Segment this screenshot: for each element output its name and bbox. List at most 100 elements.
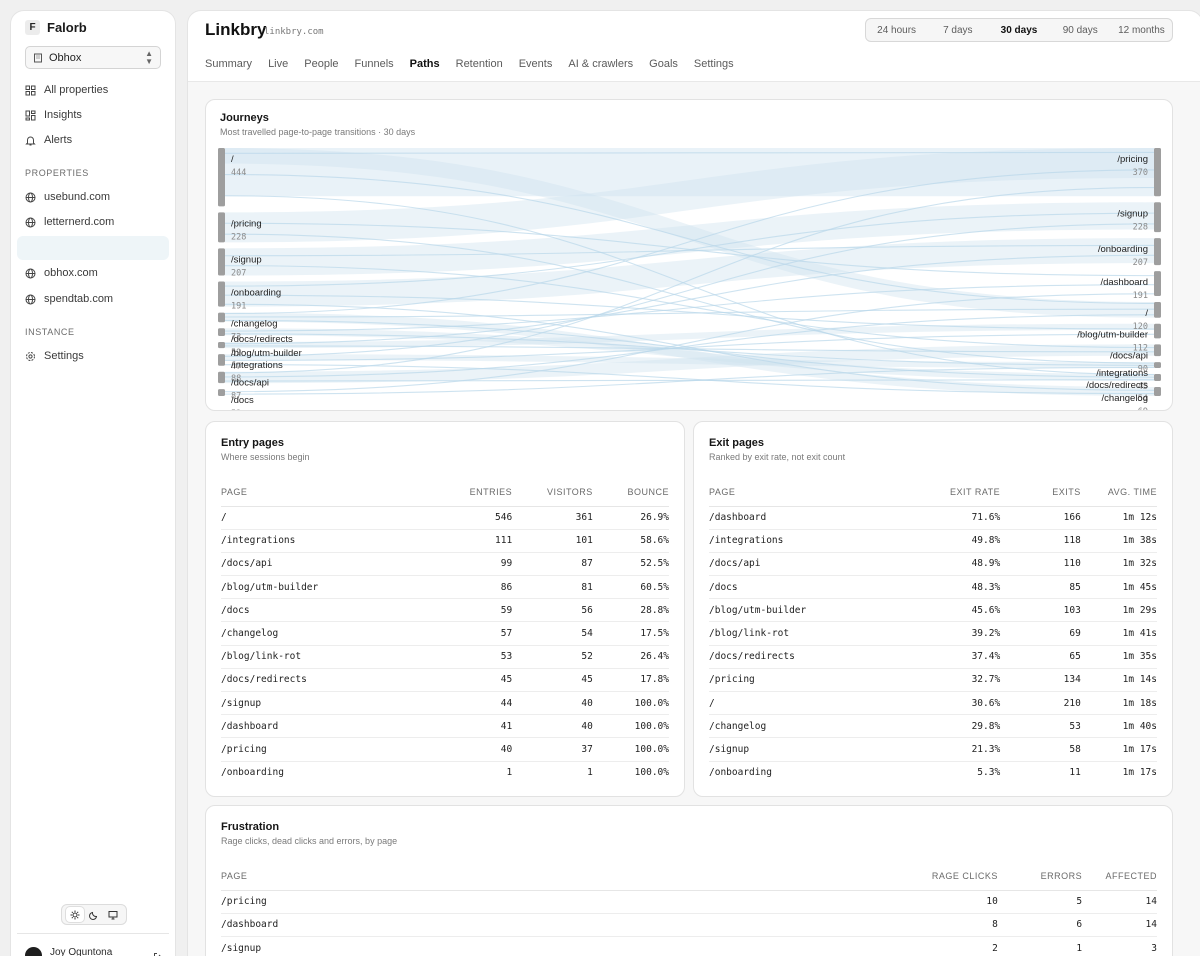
tab-ai-crawlers[interactable]: AI & crawlers [568,58,633,70]
table-row[interactable]: /signup 44 40 100.0% [221,691,669,716]
column-header: BOUNCE [592,479,669,507]
table-row[interactable]: /signup 2 1 3 [221,936,1157,956]
nav-all-properties[interactable]: All properties [25,81,165,99]
page-path-cell: /docs [709,575,925,600]
range-12-months[interactable]: 12 months [1111,25,1172,36]
metric-cell: 10 [904,890,998,914]
table-row[interactable]: /blog/link-rot 53 52 26.4% [221,645,669,669]
table-row[interactable]: /onboarding 5.3% 11 1m 17s [709,761,1157,784]
table-row[interactable]: /pricing 10 5 14 [221,890,1157,914]
tab-people[interactable]: People [304,58,338,70]
table-row[interactable]: /dashboard 8 6 14 [221,913,1157,937]
table-row[interactable]: /integrations 111 101 58.6% [221,529,669,553]
nav-insights[interactable]: Insights [25,106,165,124]
metric-cell: 1m 29s [1080,598,1157,623]
column-header: AFFECTED [1082,863,1157,891]
nav-settings[interactable]: Settings [25,347,165,365]
range-7-days[interactable]: 7 days [927,25,988,36]
table-row[interactable]: /changelog 29.8% 53 1m 40s [709,714,1157,739]
journey-node-left [218,281,225,307]
range-24-hours[interactable]: 24 hours [866,25,927,36]
table-row[interactable]: /546 361 26.9% [221,506,669,530]
journey-left-page-label: /integrations [231,360,283,371]
page-path-cell: /pricing [221,890,905,914]
tab-goals[interactable]: Goals [649,58,678,70]
metric-cell: 1m 41s [1080,621,1157,646]
nav-label: Insights [44,109,82,121]
journey-left-page-label: /changelog [231,319,277,330]
frustration-card: Frustration Rage clicks, dead clicks and… [205,805,1173,956]
theme-dark-button[interactable] [85,907,103,922]
tab-live[interactable]: Live [268,58,288,70]
property-active-item[interactable] [17,236,169,260]
properties-section-label: PROPERTIES [25,168,89,178]
nav-alerts[interactable]: Alerts [25,131,165,149]
table-row[interactable]: /dashboard 41 40 100.0% [221,714,669,739]
table-row[interactable]: /docs/redirects 45 45 17.8% [221,668,669,693]
theme-system-button[interactable] [104,907,122,922]
page-path-cell: /signup [709,737,925,762]
tab-retention[interactable]: Retention [456,58,503,70]
property-spendtab[interactable]: spendtab.com [25,290,165,308]
property-letternerd[interactable]: letternerd.com [25,213,165,231]
journey-left-page-label: /pricing [231,218,262,229]
tab-events[interactable]: Events [519,58,553,70]
gear-icon [26,351,35,361]
table-row[interactable]: /dashboard 71.6% 166 1m 12s [709,506,1157,530]
table-row[interactable]: /signup 21.3% 58 1m 17s [709,737,1157,762]
metric-cell: 1 [587,767,593,779]
metric-cell: 45.6% [924,598,1001,623]
table-row[interactable]: /pricing 40 37 100.0% [221,737,669,762]
range-30-days[interactable]: 30 days [988,25,1049,36]
logout-icon[interactable] [153,952,163,956]
journey-left-page-label: /docs/redirects [231,334,293,345]
table-row[interactable]: /docs/api 99 87 52.5% [221,552,669,577]
property-obhox[interactable]: obhox.com [25,264,165,282]
metric-cell: 6 [997,913,1083,937]
table-row[interactable]: /30.6% 210 1m 18s [709,691,1157,716]
table-row[interactable]: /blog/utm-builder 45.6% 103 1m 29s [709,598,1157,623]
journeys-sankey: / 444/pricing 228/signup 207/onboarding 191 /… [218,148,1161,411]
journey-node-left [218,312,225,323]
table-row[interactable]: /integrations 49.8% 118 1m 38s [709,529,1157,553]
brand[interactable]: F Falorb [25,20,87,35]
table-row[interactable]: /docs/redirects 37.4% 65 1m 35s [709,645,1157,669]
date-range-selector: 24 hours 7 days 30 days 90 days 12 month… [865,18,1173,42]
range-90-days[interactable]: 90 days [1050,25,1111,36]
metric-cell: 5 [997,890,1083,914]
globe-icon [25,192,36,202]
metric-cell: 99 [436,552,513,577]
property-select[interactable]: Obhox ▲ ▼ [25,46,161,69]
journey-node-right [1154,148,1161,197]
property-usebund[interactable]: usebund.com [25,188,165,206]
table-row[interactable]: /pricing 32.7% 134 1m 14s [709,668,1157,693]
tab-paths[interactable]: Paths [410,58,440,70]
table-row[interactable]: /docs/api 48.9% 110 1m 32s [709,552,1157,577]
dashboard-icon [25,110,36,120]
journey-left-count-label: 52 [231,409,241,411]
table-row[interactable]: /onboarding 1 1 100.0% [221,761,669,784]
theme-light-button[interactable] [65,907,84,922]
page-path-cell: /blog/utm-builder [709,598,925,623]
page-path-cell: /pricing [709,668,925,693]
user-menu[interactable]: Joy Oguntona [25,941,163,956]
table-row[interactable]: /blog/utm-builder 86 81 60.5% [221,575,669,600]
journey-node-right [1154,238,1161,266]
journey-node-left [218,148,225,207]
metric-cell: 100.0% [592,691,669,716]
tab-summary[interactable]: Summary [205,58,252,70]
page-path-cell: /signup [221,691,437,716]
journey-right-count-label: 69 [1138,407,1148,411]
table-row[interactable]: /changelog 57 54 17.5% [221,621,669,646]
table-row[interactable]: /docs 59 56 28.8% [221,598,669,623]
journey-left-page-label: /docs/api [231,378,269,389]
journey-right-page-label: /integrations [1096,368,1148,379]
tab-funnels[interactable]: Funnels [355,58,394,70]
metric-cell: 37.4% [924,645,1001,669]
metric-cell: 58.6% [592,529,669,553]
table-row[interactable]: /blog/link-rot 39.2% 69 1m 41s [709,621,1157,646]
metric-cell: 110 [1000,552,1081,577]
metric-cell: 44 [436,691,513,716]
table-row[interactable]: /docs 48.3% 85 1m 45s [709,575,1157,600]
tab-settings[interactable]: Settings [694,58,734,70]
